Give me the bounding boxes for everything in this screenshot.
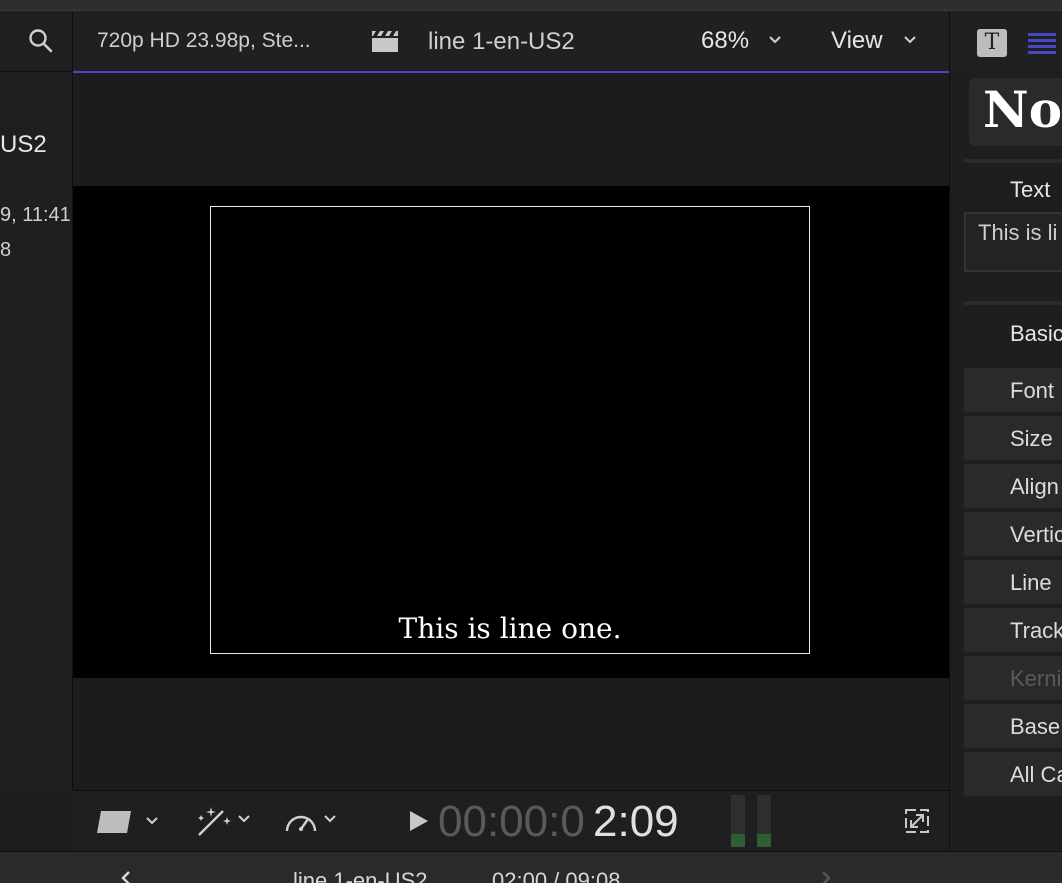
audio-meter-left-level xyxy=(731,834,745,847)
text-style-preset[interactable]: Nor xyxy=(969,78,1062,146)
inspector-property-label: Track xyxy=(1010,618,1062,643)
browser-clip-date: 9, 11:41 xyxy=(0,204,71,226)
inspector-property-row[interactable]: Base xyxy=(964,704,1062,748)
inspector-property-label: Vertic xyxy=(1010,522,1062,547)
align-text-icon[interactable] xyxy=(1028,31,1056,57)
viewer-controls: 00:00:0 2:09 xyxy=(73,790,949,851)
browser-clip-title[interactable]: US2 xyxy=(0,131,47,159)
inspector-property-row[interactable]: Align xyxy=(964,464,1062,508)
inspector-property-label: Font xyxy=(1010,378,1055,403)
inspector-property-label: Align xyxy=(1010,474,1059,499)
browser-header xyxy=(0,11,72,72)
inspector-property-label: Line xyxy=(1010,570,1052,595)
zoom-level-menu[interactable]: 68% xyxy=(701,27,749,55)
inspector-property-row[interactable]: Line xyxy=(964,560,1062,604)
text-field[interactable]: This is li xyxy=(964,212,1062,272)
browser-clip-duration: 8 xyxy=(0,239,12,261)
divider xyxy=(964,301,1062,305)
preset-name: Nor xyxy=(983,80,1062,139)
text-field-value: This is li xyxy=(978,220,1058,245)
chevron-down-icon[interactable] xyxy=(768,33,782,47)
audio-meter-right xyxy=(757,795,771,847)
title-safe-frame[interactable]: This is line one. xyxy=(210,206,810,654)
inspector-property-row[interactable]: Size xyxy=(964,416,1062,460)
timeline-clip-name: line 1-en-US2 xyxy=(293,868,428,883)
inspector-property-label: Size xyxy=(1010,426,1053,451)
window-top-strip xyxy=(0,0,1062,11)
viewer-header: 720p HD 23.98p, Ste... line 1-en-US2 68%… xyxy=(73,11,949,73)
text-inspector-tab[interactable]: T xyxy=(977,29,1007,57)
timecode-leading[interactable]: 00:00:0 xyxy=(438,797,585,847)
video-canvas[interactable]: This is line one. xyxy=(73,186,949,678)
inspector-property-row[interactable]: Track xyxy=(964,608,1062,652)
chevron-down-icon[interactable] xyxy=(903,33,917,47)
audio-meter-right-level xyxy=(757,834,771,847)
title-text-overlay[interactable]: This is line one. xyxy=(211,612,809,645)
inspector-property-row[interactable]: Vertic xyxy=(964,512,1062,556)
basic-section-header[interactable]: Basic xyxy=(1010,321,1062,347)
timecode-current[interactable]: 2:09 xyxy=(593,797,679,847)
fullscreen-icon[interactable] xyxy=(903,807,931,835)
inspector-property-label: All Ca xyxy=(1010,762,1062,787)
clapperboard-icon xyxy=(372,31,398,52)
text-section-header[interactable]: Text xyxy=(1010,177,1050,203)
view-menu[interactable]: View xyxy=(831,27,883,55)
timeline-header: line 1-en-US2 02:00 / 09:08 xyxy=(0,851,1062,883)
browser-panel: US2 9, 11:41 8 xyxy=(0,11,73,790)
inspector-panel: T Nor Text This is li Basic Font Size Alig… xyxy=(949,11,1062,850)
viewer-area[interactable]: This is line one. xyxy=(73,73,949,790)
inspector-property-row[interactable]: Font xyxy=(964,368,1062,412)
chevron-left-icon[interactable] xyxy=(118,870,134,883)
format-label: 720p HD 23.98p, Ste... xyxy=(97,29,311,52)
timeline-time: 02:00 / 09:08 xyxy=(492,868,621,883)
play-icon[interactable] xyxy=(406,809,430,833)
transform-menu-button[interactable] xyxy=(97,807,163,837)
inspector-property-label: Kernin xyxy=(1010,666,1062,691)
chevron-right-icon[interactable] xyxy=(818,870,834,883)
inspector-property-label: Base xyxy=(1010,714,1061,739)
inspector-property-row: Kernin xyxy=(964,656,1062,700)
inspector-tabs: T xyxy=(950,11,1062,71)
enhance-magic-wand-button[interactable] xyxy=(193,803,257,839)
inspector-property-row[interactable]: All Ca xyxy=(964,752,1062,796)
search-icon[interactable] xyxy=(28,28,54,54)
viewer-clip-name: line 1-en-US2 xyxy=(428,28,575,55)
speed-gauge-button[interactable] xyxy=(283,805,345,837)
audio-meter-left xyxy=(731,795,745,847)
divider xyxy=(964,159,1062,163)
